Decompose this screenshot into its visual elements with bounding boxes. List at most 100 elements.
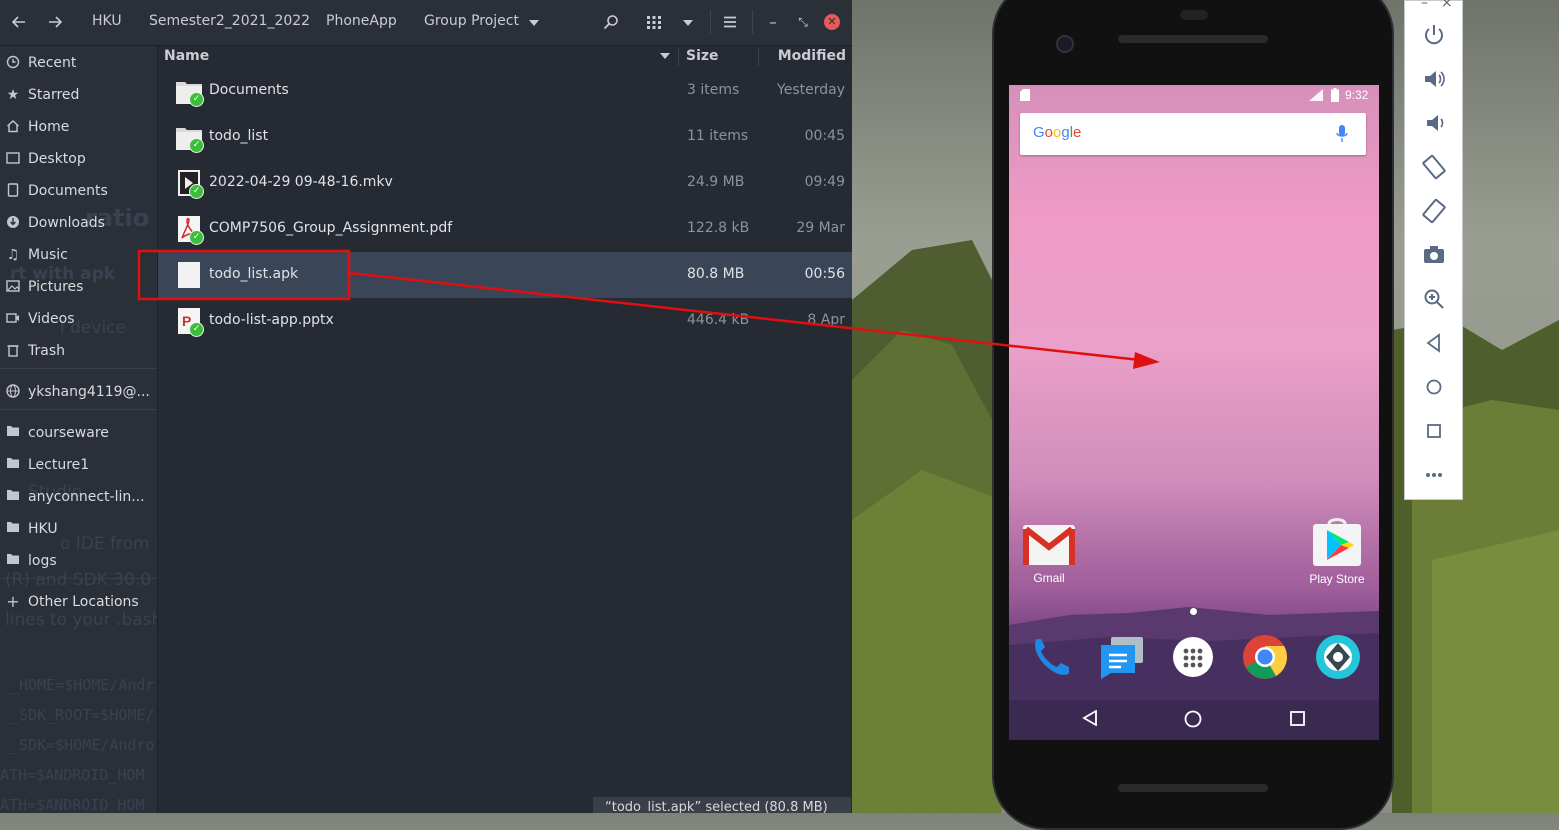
forward-button[interactable] [42,8,68,36]
sidebar-item-starred[interactable]: ★ Starred [0,80,157,110]
sidebar-item-logs[interactable]: logs [0,546,157,576]
grid-view-icon [647,16,661,29]
minimize-button[interactable]: – [763,8,783,36]
file-name: 2022-04-29 09-48-16.mkv [209,174,393,190]
video-icon [5,311,21,327]
download-icon [5,215,21,231]
file-name: todo_list [209,128,269,144]
star-icon: ★ [6,87,20,103]
file-row-pdf[interactable]: ✓ COMP7506_Group_Assignment.pdf 122.8 kB… [158,206,852,252]
back-icon[interactable] [1082,710,1098,726]
home-icon[interactable] [1421,374,1447,400]
sidebar-item-label: Downloads [28,215,105,231]
sidebar-item-hku[interactable]: HKU [0,514,157,544]
breadcrumb-hku[interactable]: HKU [92,13,122,29]
volume-down-icon[interactable] [1421,110,1447,136]
maximize-button[interactable]: ⤡ [793,8,813,36]
messages-icon[interactable] [1099,635,1145,679]
file-name: Documents [209,82,289,98]
google-logo: Google [1033,124,1082,141]
google-search-bar[interactable]: Google [1020,113,1366,155]
synced-check-icon: ✓ [189,184,204,199]
sidebar-item-lecture1[interactable]: Lecture1 [0,450,157,480]
sidebar-item-downloads[interactable]: Downloads [0,208,157,238]
sidebar-item-trash[interactable]: Trash [0,336,157,366]
breadcrumb-dropdown[interactable] [526,8,542,36]
recents-icon[interactable] [1290,711,1305,726]
file-name: todo_list.apk [209,266,299,282]
close-icon[interactable]: × [1441,0,1453,11]
file-name: COMP7506_Group_Assignment.pdf [209,220,453,236]
back-icon[interactable] [1421,330,1447,356]
overview-icon[interactable] [1421,418,1447,444]
sidebar-item-pictures[interactable]: Pictures [0,272,157,302]
screenshot-icon[interactable] [1421,242,1447,268]
file-modified: 09:49 [804,174,845,190]
volume-up-icon[interactable] [1421,66,1447,92]
sidebar-item-documents[interactable]: Documents [0,176,157,206]
app-label: Gmail [1033,571,1065,585]
file-row-mkv[interactable]: ✓ 2022-04-29 09-48-16.mkv 24.9 MB 09:49 [158,160,852,206]
phone-screen[interactable]: 9:32 Google Gmail Play Store [1009,85,1379,740]
synced-check-icon: ✓ [189,138,204,153]
file-size: 122.8 kB [687,220,750,236]
back-button[interactable] [6,8,32,36]
background-ghost-text: ATH=$ANDROID_HOM [0,796,145,813]
file-row-pptx[interactable]: P ✓ todo-list-app.pptx 446.4 kB 8 Apr [158,298,852,344]
battery-icon [1331,88,1339,102]
search-button[interactable] [600,8,622,36]
column-size[interactable]: Size [686,48,719,64]
sidebar-item-other-locations[interactable]: + Other Locations [0,587,157,617]
music-icon: ♫ [6,247,20,263]
sidebar-item-videos[interactable]: Videos [0,304,157,334]
file-size: 24.9 MB [687,174,745,190]
network-icon [5,384,21,400]
sidebar-item-label: Documents [28,183,108,199]
file-row-apk[interactable]: todo_list.apk 80.8 MB 00:56 [158,252,852,298]
column-modified[interactable]: Modified [778,48,846,64]
column-name[interactable]: Name [164,48,209,64]
view-options-dropdown[interactable] [680,8,696,36]
sidebar-item-recent[interactable]: Recent [0,48,157,78]
sidebar-divider [0,368,157,369]
folder-icon [5,425,21,441]
file-modified: 29 Mar [796,220,845,236]
close-button[interactable]: ✕ [824,14,840,30]
rotate-left-icon[interactable] [1421,154,1447,180]
file-size: 446.4 kB [687,312,750,328]
camera-icon[interactable] [1315,634,1361,680]
app-drawer-icon[interactable] [1172,636,1214,678]
chrome-icon[interactable] [1242,634,1288,680]
sort-down-icon[interactable] [660,53,670,60]
file-row-documents[interactable]: ✓ Documents 3 items Yesterday [158,68,852,114]
sidebar-item-desktop[interactable]: Desktop [0,144,157,174]
app-play-store[interactable]: Play Store [1302,518,1372,586]
app-gmail[interactable]: Gmail [1014,523,1084,585]
rotate-right-icon[interactable] [1421,198,1447,224]
home-icon[interactable] [1184,710,1202,728]
microphone-icon[interactable] [1336,125,1348,143]
folder-icon [5,553,21,569]
zoom-icon[interactable] [1421,286,1447,312]
breadcrumb-group-project[interactable]: Group Project [424,13,519,29]
file-size: 11 items [687,128,749,144]
android-status-bar: 9:32 [1009,85,1379,105]
sidebar-item-anyconnect[interactable]: anyconnect-lin... [0,482,157,512]
breadcrumb-semester[interactable]: Semester2_2021_2022 [149,13,310,29]
more-icon[interactable] [1421,462,1447,488]
phone-icon[interactable] [1029,635,1073,679]
power-icon[interactable] [1421,22,1447,48]
sidebar-item-network[interactable]: ykshang4119@... [0,377,157,407]
sidebar-item-label: Music [28,247,68,263]
view-toggle-button[interactable] [643,8,665,36]
breadcrumb-phoneapp[interactable]: PhoneApp [326,13,397,29]
sidebar-item-music[interactable]: ♫ Music [0,240,157,270]
minimize-icon[interactable]: – [1421,0,1428,11]
sidebar-item-courseware[interactable]: courseware [0,418,157,448]
sidebar-item-label: Home [28,119,70,135]
chevron-down-icon [529,20,539,26]
sidebar-item-home[interactable]: Home [0,112,157,142]
menu-button[interactable] [720,8,740,36]
arrow-right-icon [49,16,63,28]
file-row-todo-list[interactable]: ✓ todo_list 11 items 00:45 [158,114,852,160]
